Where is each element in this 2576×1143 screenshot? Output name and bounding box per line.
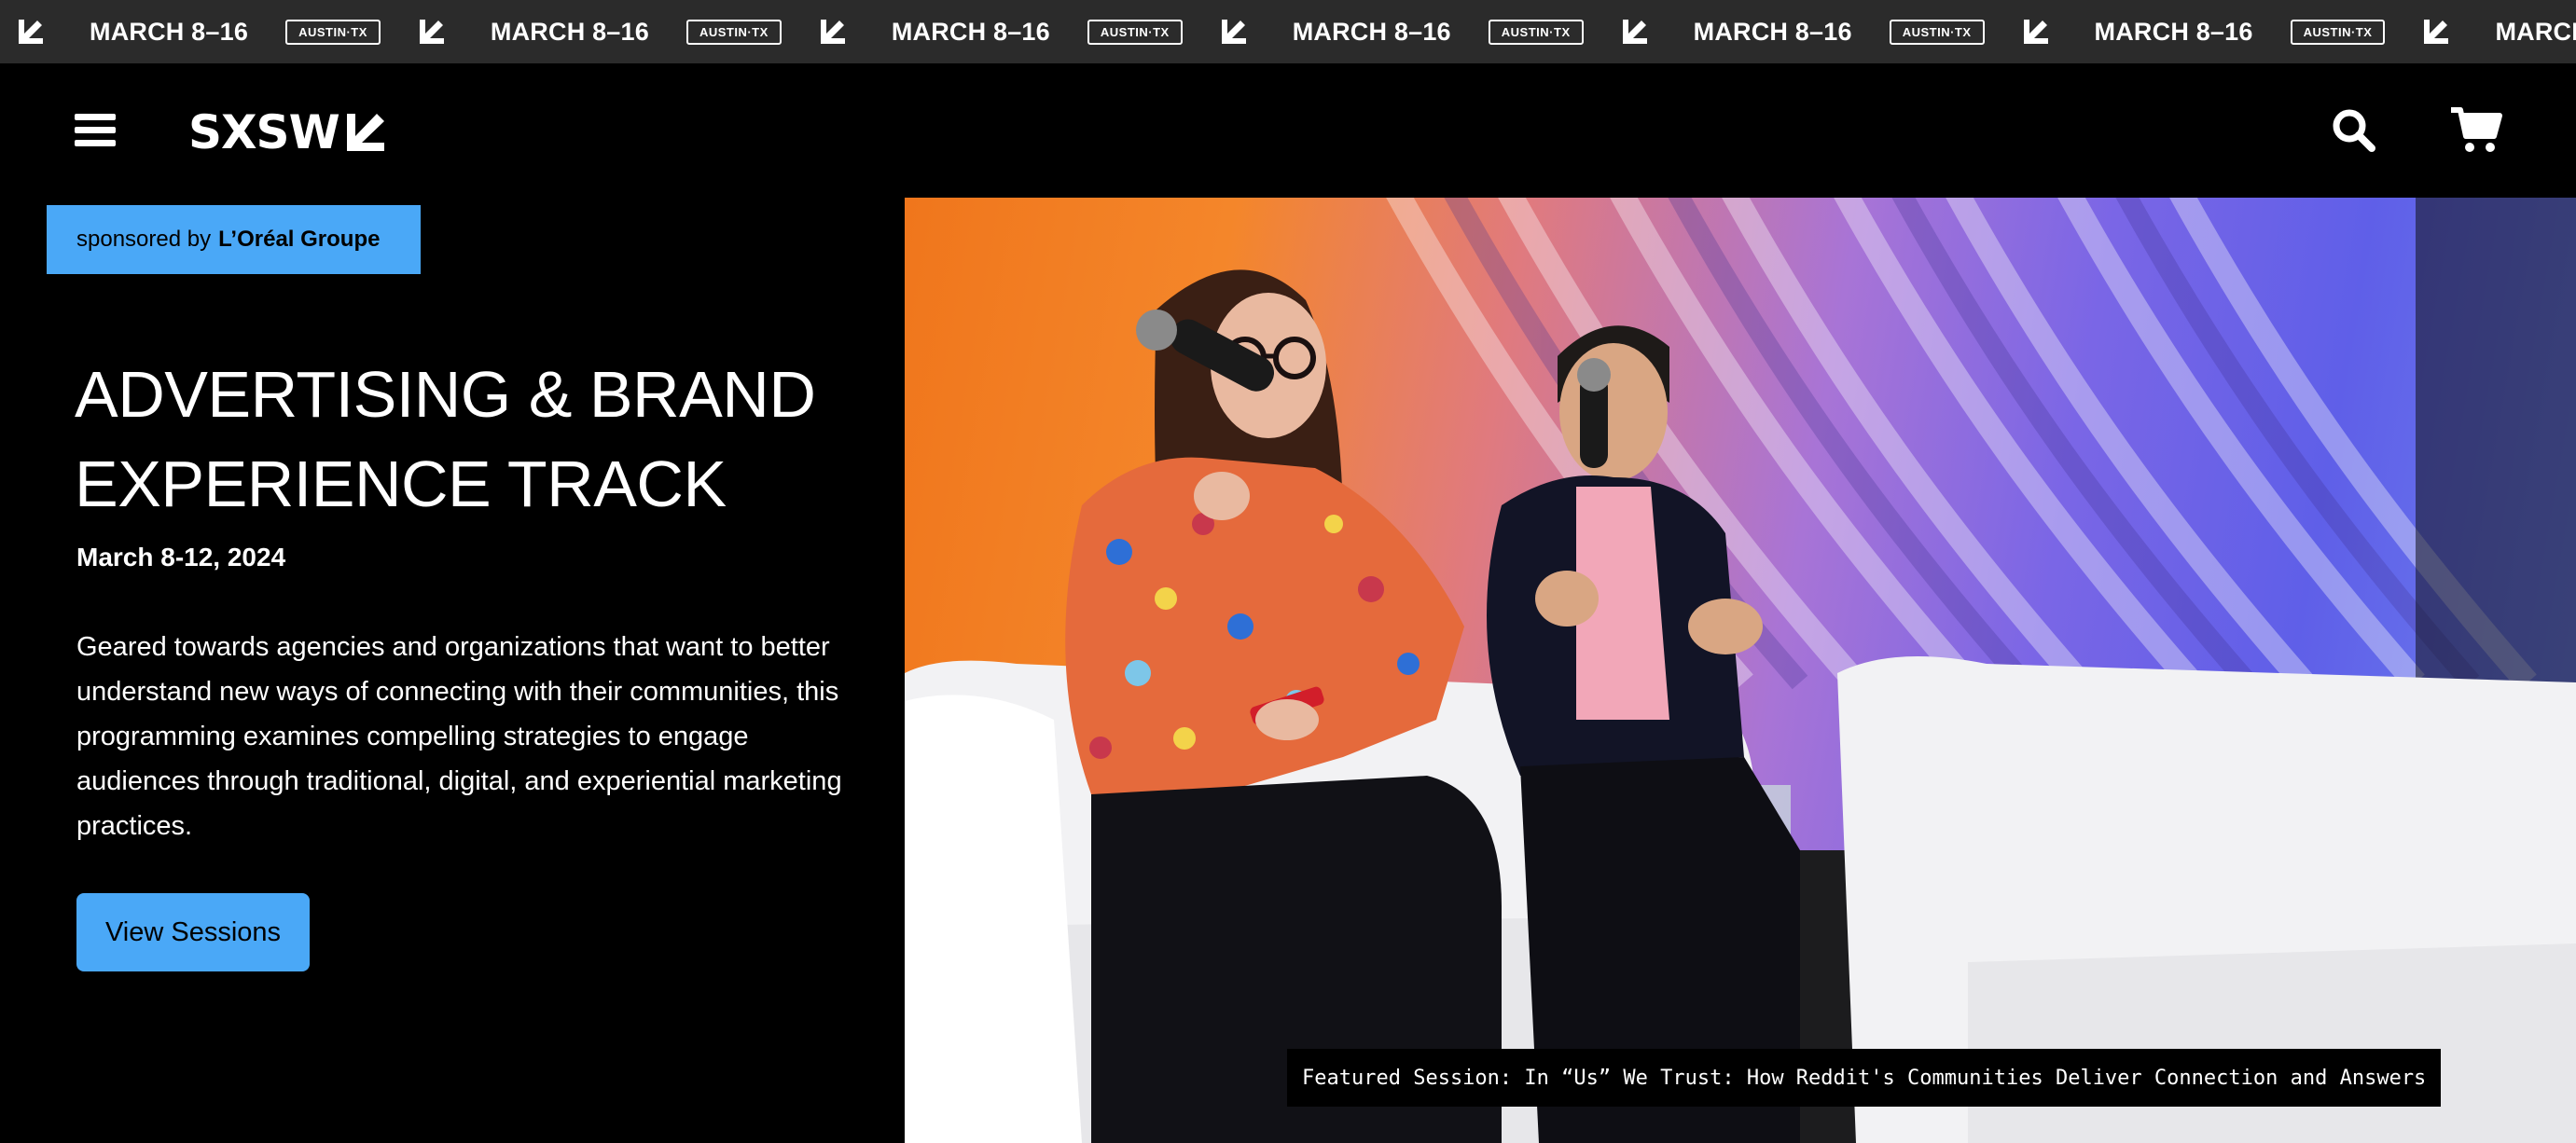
ticker-item: MARCH 8–16 AUSTIN·TX [1621, 0, 2022, 63]
hamburger-menu-icon[interactable] [75, 114, 116, 147]
photo-illustration [905, 198, 2576, 1143]
ticker-date: MARCH 8–16 [490, 17, 649, 46]
ticker-location-badge: AUSTIN·TX [1889, 19, 1985, 45]
sponsor-name: L’Oréal Groupe [218, 227, 381, 252]
search-icon[interactable] [2330, 106, 2376, 153]
ticker-date: MARCH 8–16 [1693, 17, 1852, 46]
ticker-item: MARCH 8–16AUSTIN·TX [2422, 0, 2576, 63]
sxsw-arrow-icon [1621, 18, 1649, 46]
logo-arrow-icon [346, 114, 384, 151]
ticker-date: MARCH 8–16 [891, 17, 1050, 46]
ticker-location-badge: AUSTIN·TX [285, 19, 381, 45]
ticker-item: MARCH 8–16 AUSTIN·TX [1220, 0, 1621, 63]
sxsw-arrow-icon [17, 18, 45, 46]
shopping-cart-icon[interactable] [2449, 104, 2503, 155]
sponsor-prefix: sponsored by [76, 227, 212, 252]
ticker-location-badge: AUSTIN·TX [1488, 19, 1584, 45]
featured-session-photo [905, 198, 2576, 1143]
site-header: SXSW [0, 63, 2576, 194]
sxsw-logo[interactable]: SXSW [188, 104, 388, 160]
ticker-date: MARCH 8–16 [2094, 17, 2253, 46]
ticker-item: MARCH 8–16 AUSTIN·TX [819, 0, 1220, 63]
view-sessions-button[interactable]: View Sessions [76, 893, 310, 971]
track-date: March 8-12, 2024 [76, 543, 286, 572]
ticker-date: MARCH 8–16 [90, 17, 249, 46]
track-description: Geared towards agencies and organization… [76, 632, 842, 841]
featured-session-caption[interactable]: Featured Session: In “Us” We Trust: How … [1287, 1049, 2442, 1107]
page-title: ADVERTISING & BRAND EXPERIENCE TRACK [75, 358, 816, 520]
sxsw-arrow-icon [418, 18, 446, 46]
sponsor-badge[interactable]: sponsored by L’Oréal Groupe [47, 205, 421, 274]
sxsw-arrow-icon [1220, 18, 1248, 46]
ticker-banner: MARCH 8–16 AUSTIN·TX MARCH 8–16 AUSTIN·TX MA… [0, 0, 2576, 63]
ticker-location-badge: AUSTIN·TX [1087, 19, 1183, 45]
ticker-item: MARCH 8–16 AUSTIN·TX [17, 0, 418, 63]
sxsw-arrow-icon [2422, 18, 2450, 46]
ticker-date: MARCH 8–16 [2495, 17, 2576, 46]
ticker-track: MARCH 8–16 AUSTIN·TX MARCH 8–16 AUSTIN·TX MA… [0, 0, 2576, 63]
ticker-item: MARCH 8–16 AUSTIN·TX [2022, 0, 2423, 63]
ticker-item: MARCH 8–16 AUSTIN·TX [418, 0, 819, 63]
logo-text: SXSW [188, 105, 340, 159]
ticker-location-badge: AUSTIN·TX [686, 19, 782, 45]
ticker-date: MARCH 8–16 [1292, 17, 1451, 46]
ticker-location-badge: AUSTIN·TX [2290, 19, 2386, 45]
sxsw-arrow-icon [819, 18, 847, 46]
sxsw-arrow-icon [2022, 18, 2050, 46]
